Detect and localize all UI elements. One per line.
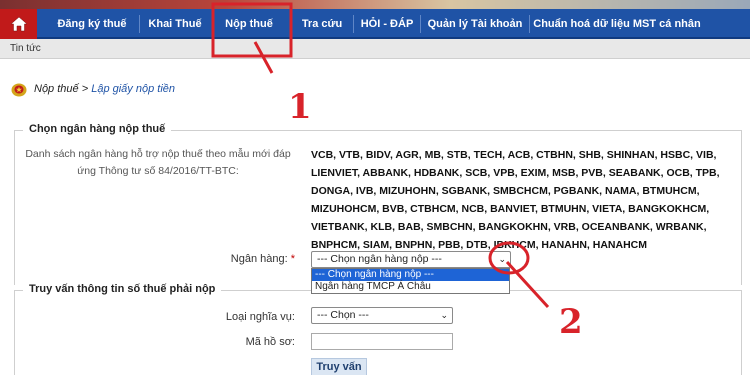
breadcrumb: Nộp thuế > Lập giấy nộp tiền xyxy=(0,79,750,101)
nav-nop-thue[interactable]: Nộp thuế xyxy=(215,9,283,39)
bank-description: Danh sách ngân hàng hỗ trợ nộp thuế theo… xyxy=(14,146,302,180)
nav-khai-thue[interactable]: Khai Thuế xyxy=(142,9,208,39)
obligation-select[interactable]: --- Chọn --- ⌄ xyxy=(311,307,453,324)
bank-list: VCB, VTB, BIDV, AGR, MB, STB, TECH, ACB,… xyxy=(311,146,741,254)
bank-select[interactable]: --- Chọn ngân hàng nộp --- ⌄ xyxy=(311,251,511,268)
bank-list-line: MIZUHOHCM, BVB, CTBHCM, NCB, BANVIET, BT… xyxy=(311,203,710,215)
bank-option[interactable]: --- Chọn ngân hàng nộp --- xyxy=(312,269,509,281)
breadcrumb-separator: > xyxy=(78,83,92,95)
bank-list-line: DONGA, IVB, MIZUHOHN, SGBANK, SMBCHCM, P… xyxy=(311,185,700,197)
bank-list-line: LIENVIET, ABBANK, HDBANK, SCB, VPB, EXIM… xyxy=(311,167,720,179)
nav-tra-cuu[interactable]: Tra cứu xyxy=(293,9,351,39)
bank-description-line: Danh sách ngân hàng hỗ trợ nộp thuế theo… xyxy=(25,148,291,160)
breadcrumb-section[interactable]: Nộp thuế xyxy=(34,83,79,95)
nav-hoi-dap[interactable]: HỎI - ĐÁP xyxy=(356,9,418,39)
nav-divider xyxy=(212,15,213,33)
nav-divider xyxy=(420,15,421,33)
step-number-1: 1 xyxy=(288,87,312,127)
nav-dang-ky-thue[interactable]: Đăng ký thuế xyxy=(48,9,136,39)
obligation-select-value: --- Chọn --- xyxy=(317,309,369,321)
nav-divider xyxy=(290,15,291,33)
bank-option[interactable]: Ngân hàng TMCP Á Châu xyxy=(312,281,509,293)
bank-label-text: Ngân hàng: xyxy=(230,253,288,265)
emblem-icon xyxy=(11,83,27,97)
nav-divider xyxy=(353,15,354,33)
required-mark: * xyxy=(290,253,295,265)
chevron-down-icon[interactable]: ⌄ xyxy=(440,308,448,323)
query-section-title: Truy vấn thông tin số thuế phải nộp xyxy=(23,283,222,295)
step-number-2: 2 xyxy=(559,302,583,342)
nav-tin-tuc[interactable]: Tin tức xyxy=(10,43,41,54)
nav-divider xyxy=(139,15,140,33)
nav-chuan-hoa-mst[interactable]: Chuẩn hoá dữ liệu MST cá nhân xyxy=(532,9,702,39)
bank-label: Ngân hàng: * xyxy=(180,253,295,265)
nav-quan-ly-tai-khoan[interactable]: Quản lý Tài khoản xyxy=(423,9,527,39)
breadcrumb-text: Nộp thuế > Lập giấy nộp tiền xyxy=(34,83,175,95)
bank-list-line: VIETBANK, KLB, BAB, SMBCHN, BANGKOKHN, V… xyxy=(311,221,707,233)
bank-list-line: VCB, VTB, BIDV, AGR, MB, STB, TECH, ACB,… xyxy=(311,149,717,161)
bank-dropdown-list: --- Chọn ngân hàng nộp --- Ngân hàng TMC… xyxy=(311,268,510,294)
obligation-label: Loại nghĩa vụ: xyxy=(225,311,295,323)
bank-select-value: --- Chọn ngân hàng nộp --- xyxy=(317,253,442,265)
nav-divider xyxy=(529,15,530,33)
breadcrumb-current[interactable]: Lập giấy nộp tiền xyxy=(91,83,175,95)
bank-section-title: Chọn ngân hàng nộp thuế xyxy=(23,123,172,135)
header-banner xyxy=(0,0,750,9)
file-code-label: Mã hồ sơ: xyxy=(245,336,295,348)
sub-navbar: Tin tức xyxy=(0,39,750,59)
query-button[interactable]: Truy vấn xyxy=(311,358,367,375)
main-navbar: Đăng ký thuế Khai Thuế Nộp thuế Tra cứu … xyxy=(0,9,750,39)
file-code-input[interactable] xyxy=(311,333,453,350)
bank-description-line: ứng Thông tư số 84/2016/TT-BTC: xyxy=(77,165,239,177)
home-icon xyxy=(9,16,28,32)
home-button[interactable] xyxy=(0,9,37,39)
chevron-down-icon[interactable]: ⌄ xyxy=(498,252,506,267)
